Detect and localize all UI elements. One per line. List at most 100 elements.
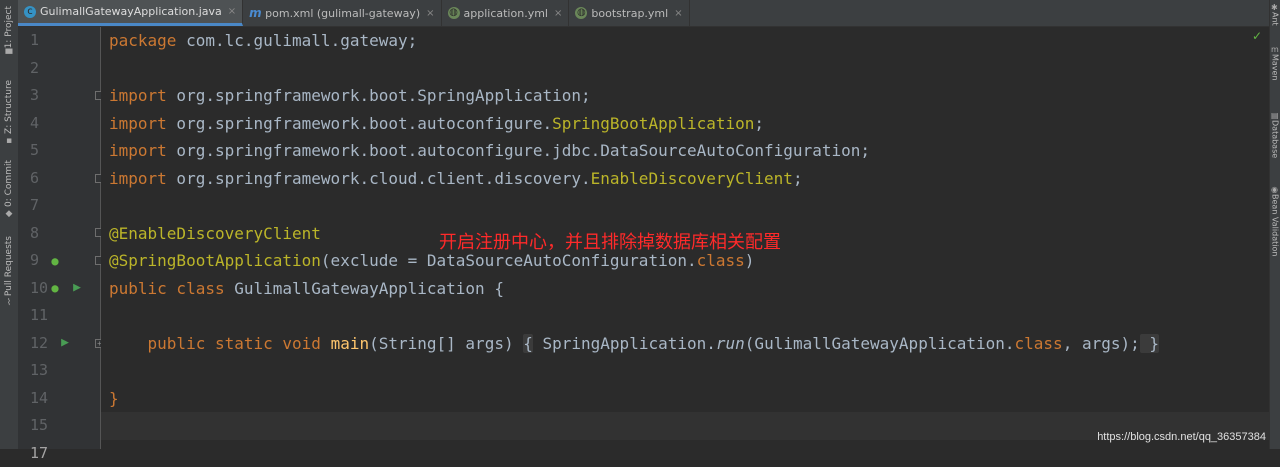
line-number: 5 (30, 137, 60, 165)
right-tool-strip: ✱ Ant m Maven ▤ Database ◉ Bean Validati… (1269, 0, 1280, 449)
close-icon[interactable]: × (228, 6, 236, 17)
code-text: GulimallGatewayApplication { (225, 279, 504, 298)
line-number: 3 (30, 82, 60, 110)
watermark: https://blog.csdn.net/qq_36357384 (1097, 431, 1266, 443)
line-number: 6 (30, 165, 60, 193)
yml-file-icon: ◍ (448, 7, 460, 19)
inspection-ok-icon[interactable]: ✓ (1252, 29, 1262, 43)
code-line-4: import org.springframework.boot.autoconf… (109, 110, 764, 138)
annotation-reference: SpringBootApplication (552, 114, 754, 133)
annotation-note: 开启注册中心，并且排除掉数据库相关配置 (439, 228, 781, 254)
keyword: import (109, 169, 167, 188)
tool-window-maven[interactable]: m Maven (1270, 46, 1280, 81)
close-icon[interactable]: × (674, 8, 682, 19)
keyword: import (109, 141, 167, 160)
tool-window-maven-label: Maven (1271, 54, 1280, 81)
tab-bootstrap-yml[interactable]: ◍ bootstrap.yml × (569, 0, 689, 26)
tool-window-commit-label: 0: Commit (4, 160, 14, 207)
line-number: 14 (30, 385, 60, 413)
tool-window-structure[interactable]: Z: Structure ▪ (0, 80, 18, 146)
code-text: org.springframework.boot.SpringApplicati… (167, 86, 591, 105)
ant-icon: ✱ (1271, 4, 1279, 12)
tool-window-structure-label: Z: Structure (4, 80, 14, 134)
editor-gutter[interactable]: 1 2 3 4 5 6 7 8 9 10 11 12 13 14 15 17 ●… (18, 27, 101, 449)
tab-gulimall-gateway-application[interactable]: c GulimallGatewayApplication.java × (18, 0, 243, 26)
code-line-1: package com.lc.gulimall.gateway; (109, 27, 417, 55)
tool-window-bean-validation[interactable]: ◉ Bean Validation (1270, 186, 1280, 256)
line-number: 11 (30, 302, 60, 330)
maven-icon: m (1271, 46, 1279, 54)
tab-label: bootstrap.yml (591, 7, 668, 20)
tool-window-project[interactable]: 1: Project ▀ (0, 6, 18, 60)
folded-brace[interactable]: { (523, 334, 533, 353)
line-number: 12 (30, 330, 60, 358)
tool-window-ant-label: Ant (1271, 12, 1280, 26)
method-name: main (331, 334, 370, 353)
keyword: public static void (148, 334, 321, 353)
java-class-icon: c (24, 6, 36, 18)
code-line-6: import org.springframework.cloud.client.… (109, 165, 803, 193)
line-number: 15 (30, 412, 60, 440)
maven-file-icon: m (249, 7, 261, 19)
commit-icon: ◆ (5, 210, 14, 219)
keyword: import (109, 86, 167, 105)
tool-window-bean-validation-label: Bean Validation (1271, 194, 1280, 256)
code-line-3: import org.springframework.boot.SpringAp… (109, 82, 591, 110)
line-number: 4 (30, 110, 60, 138)
tab-application-yml[interactable]: ◍ application.yml × (442, 0, 570, 26)
pull-request-icon: ⌇ (5, 299, 14, 308)
code-text: ; (754, 114, 764, 133)
code-line-5: import org.springframework.boot.autoconf… (109, 137, 870, 165)
run-icon[interactable]: ▶ (70, 281, 84, 295)
annotation: @EnableDiscoveryClient (109, 224, 321, 243)
keyword: package (109, 31, 176, 50)
tool-window-commit[interactable]: 0: Commit ◆ (0, 160, 18, 219)
close-icon[interactable]: × (426, 8, 434, 19)
code-editor[interactable]: package com.lc.gulimall.gateway; import … (101, 27, 1270, 449)
tool-window-database[interactable]: ▤ Database (1270, 112, 1280, 158)
editor-tab-bar: c GulimallGatewayApplication.java × m po… (18, 0, 1270, 27)
annotation-reference: EnableDiscoveryClient (591, 169, 793, 188)
line-number: 13 (30, 357, 60, 385)
static-method-call: run (716, 334, 745, 353)
tool-window-pull-requests-label: Pull Requests (4, 236, 14, 296)
database-icon: ▤ (1271, 112, 1279, 120)
code-text: (GulimallGatewayApplication. (745, 334, 1015, 353)
indent (109, 334, 148, 353)
keyword: class (1015, 334, 1063, 353)
tool-window-ant[interactable]: ✱ Ant (1270, 4, 1280, 26)
spring-bean-icon[interactable]: ● (48, 281, 62, 295)
line-number: 8 (30, 220, 60, 248)
tool-window-project-label: 1: Project (4, 6, 14, 48)
code-line-12: public static void main(String[] args) {… (109, 330, 1159, 358)
folded-brace[interactable]: } (1140, 334, 1159, 353)
left-tool-strip: 1: Project ▀ Z: Structure ▪ 0: Commit ◆ … (0, 0, 19, 449)
keyword: import (109, 114, 167, 133)
closing-brace: } (109, 389, 119, 408)
code-text: ; (793, 169, 803, 188)
tool-window-database-label: Database (1271, 120, 1280, 158)
code-text: org.springframework.boot.autoconfigure. (167, 114, 552, 133)
spring-bean-search-icon[interactable]: ● (48, 254, 62, 268)
code-line-8: @EnableDiscoveryClient (109, 220, 321, 248)
tab-label: pom.xml (gulimall-gateway) (265, 7, 420, 20)
code-text (321, 334, 331, 353)
tab-label: GulimallGatewayApplication.java (40, 5, 222, 18)
tab-pom-xml[interactable]: m pom.xml (gulimall-gateway) × (243, 0, 441, 26)
tool-window-pull-requests[interactable]: Pull Requests ⌇ (0, 236, 18, 308)
code-text: , args); (1063, 334, 1140, 353)
code-text: com.lc.gulimall.gateway; (176, 31, 417, 50)
run-icon[interactable]: ▶ (58, 336, 72, 350)
code-text: SpringApplication. (533, 334, 716, 353)
annotation: @SpringBootApplication (109, 251, 321, 270)
line-number: 7 (30, 192, 60, 220)
line-number: 2 (30, 55, 60, 83)
yml-file-icon: ◍ (575, 7, 587, 19)
keyword: public class (109, 279, 225, 298)
code-text: (String[] args) (369, 334, 523, 353)
code-line-10: public class GulimallGatewayApplication … (109, 275, 504, 303)
line-number: 1 (30, 27, 60, 55)
close-icon[interactable]: × (554, 8, 562, 19)
code-text: org.springframework.boot.autoconfigure.j… (167, 141, 870, 160)
line-number-current: 17 (30, 440, 60, 467)
